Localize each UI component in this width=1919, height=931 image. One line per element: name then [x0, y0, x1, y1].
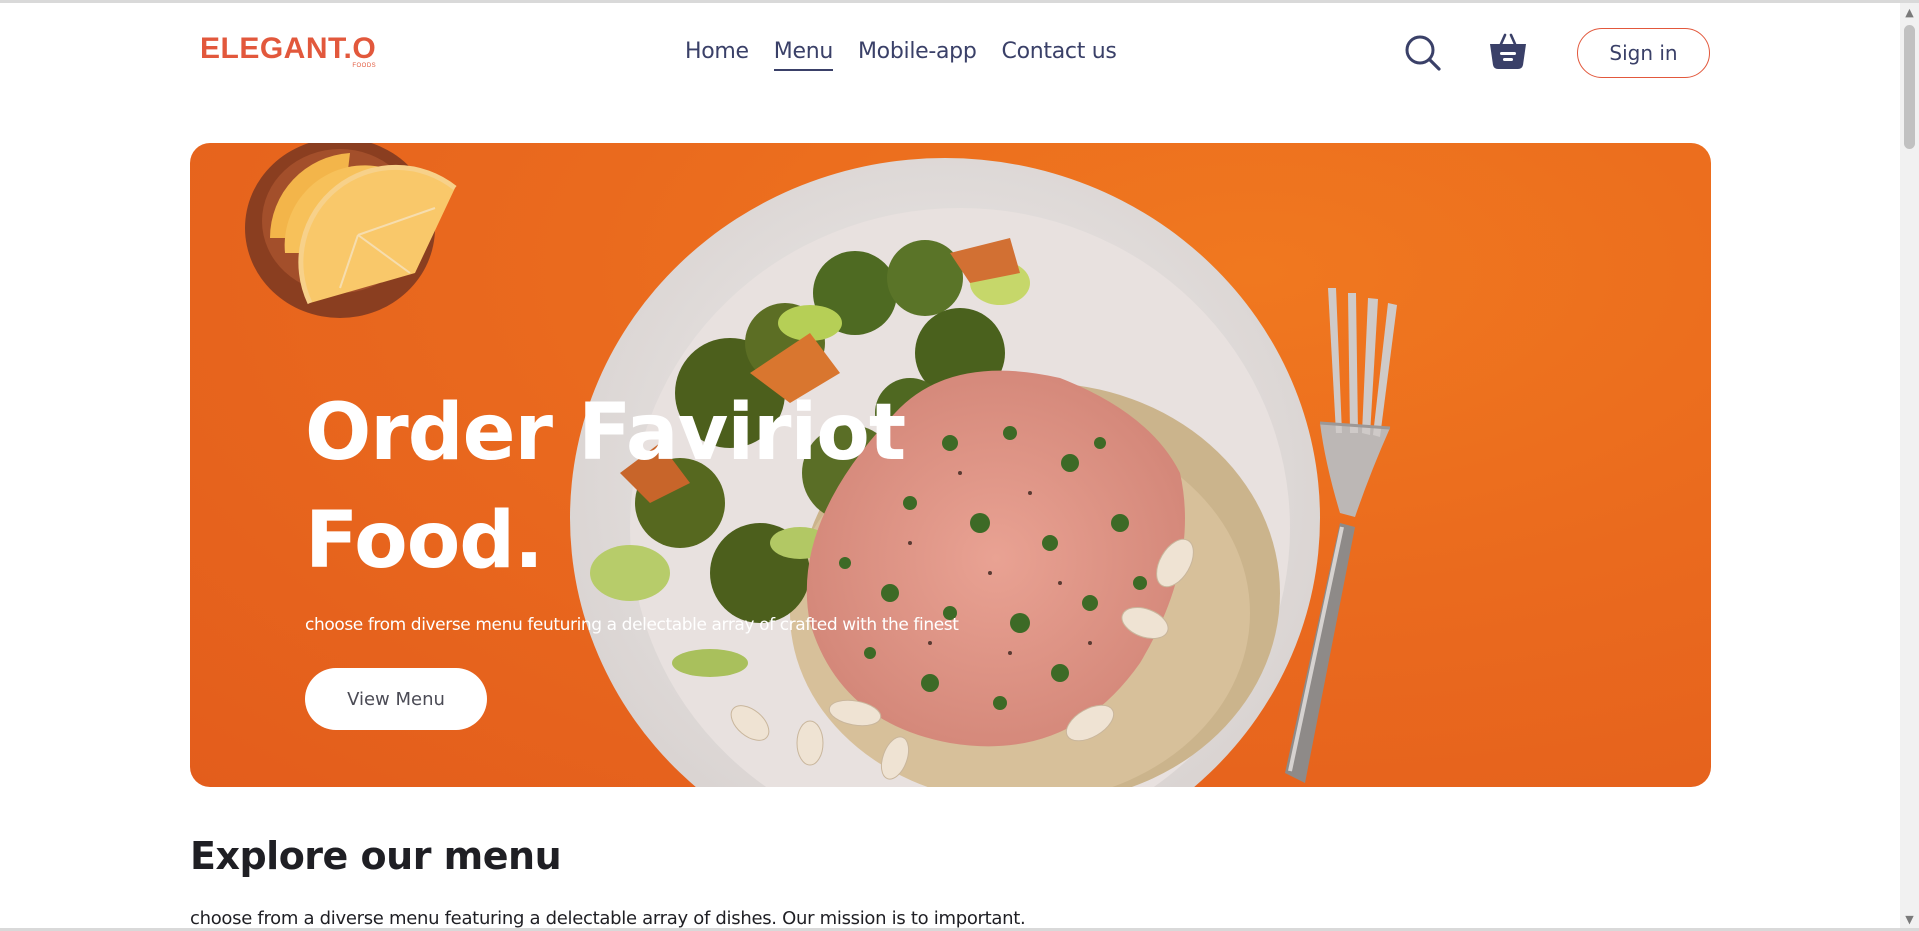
nav-item-mobile-app[interactable]: Mobile-app: [858, 38, 977, 71]
nav-item-contact-us[interactable]: Contact us: [1002, 38, 1117, 71]
sign-in-button[interactable]: Sign in: [1577, 28, 1710, 78]
nav-item-home[interactable]: Home: [685, 38, 749, 71]
hero-title: Order Faviriot Food.: [305, 379, 1005, 595]
scroll-up-arrow-icon[interactable]: ▲: [1900, 3, 1919, 21]
logo-subtext: FOODS: [352, 63, 377, 69]
explore-menu-heading: Explore our menu: [190, 834, 562, 878]
scrollbar-thumb[interactable]: [1904, 25, 1915, 149]
view-menu-button[interactable]: View Menu: [305, 668, 487, 730]
nav-item-menu[interactable]: Menu: [773, 38, 833, 71]
search-button[interactable]: [1403, 33, 1443, 73]
scroll-down-arrow-icon[interactable]: ▼: [1900, 910, 1919, 928]
logo-text: ELEGANT.O: [200, 32, 377, 65]
basket-icon: [1490, 33, 1526, 69]
hero-banner: Order Faviriot Food. choose from diverse…: [190, 143, 1711, 787]
vertical-scrollbar[interactable]: ▲ ▼: [1900, 3, 1919, 928]
explore-menu-description: choose from a diverse menu featuring a d…: [190, 908, 1026, 929]
lemon-bowl: [245, 143, 457, 318]
hero-subtitle: choose from diverse menu feuturing a del…: [305, 615, 959, 635]
window-top-border: [0, 0, 1919, 3]
main-nav: Home Menu Mobile-app Contact us: [685, 38, 1117, 71]
search-icon: [1405, 35, 1441, 71]
hero-title-line2: Food.: [305, 496, 544, 586]
basket-button[interactable]: [1488, 31, 1528, 71]
logo[interactable]: ELEGANT.O FOODS: [200, 32, 377, 69]
hero-title-line1: Order Faviriot: [305, 388, 906, 478]
